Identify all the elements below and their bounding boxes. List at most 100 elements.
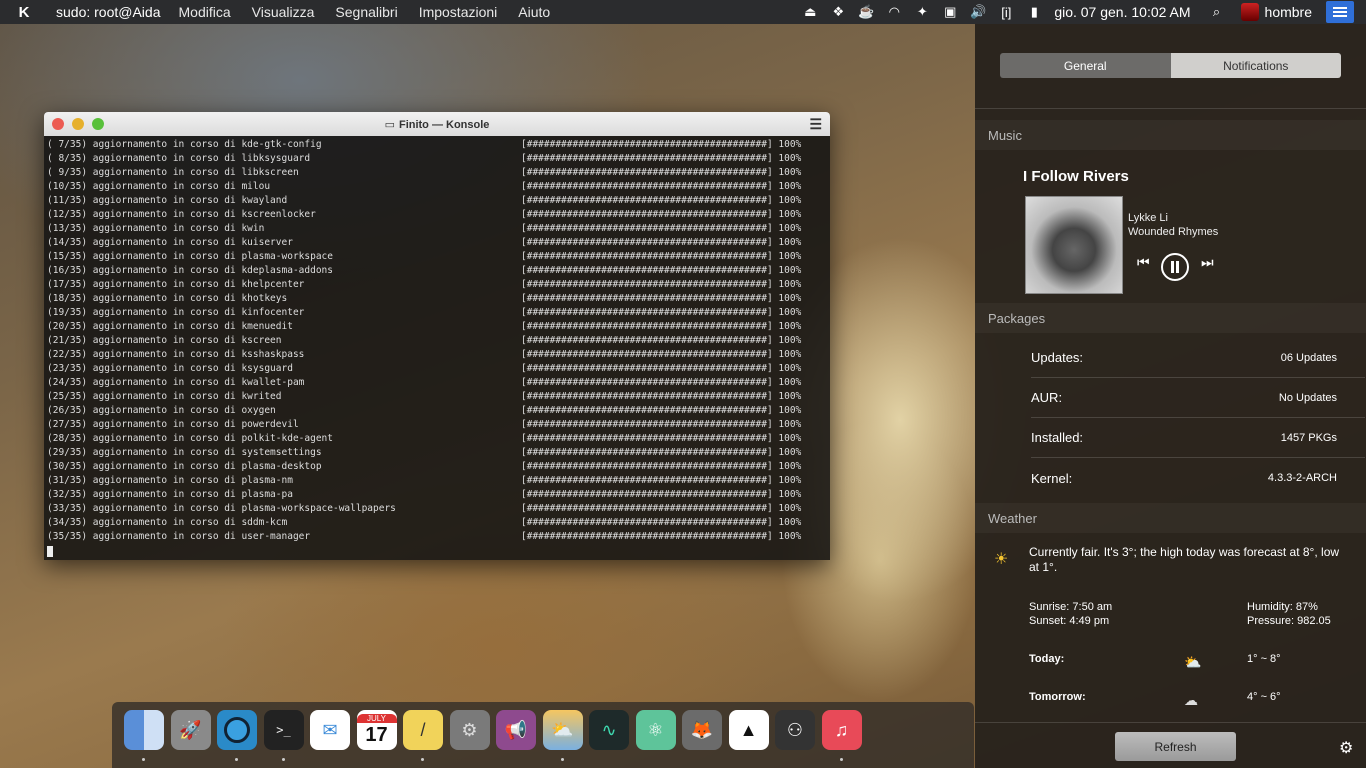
coffee-cup-icon[interactable]: ☕ <box>852 4 880 20</box>
terminal-line-left: (24/35) aggiornamento in corso di kwalle… <box>47 377 305 388</box>
tomorrow-range: 4° ~ 6° <box>1247 691 1281 703</box>
terminal-line-left: (14/35) aggiornamento in corso di kuiser… <box>47 237 293 248</box>
terminal-line-left: (21/35) aggiornamento in corso di kscree… <box>47 335 282 346</box>
album-cover <box>1025 196 1123 294</box>
active-app-title: sudo: root@Aida <box>56 4 161 20</box>
inkscape-icon[interactable]: ▲ <box>728 710 769 750</box>
package-row-updates: Updates: 06 Updates <box>1031 338 1365 378</box>
atom-icon[interactable]: ⚛ <box>635 710 676 750</box>
clock[interactable]: gio. 07 gen. 10:02 AM <box>1054 4 1190 20</box>
package-value: 4.3.3-2-ARCH <box>1267 472 1337 484</box>
tab-general[interactable]: General <box>1000 53 1171 78</box>
previous-track-icon[interactable]: ⏮ <box>1137 254 1150 271</box>
package-value: 1457 PKGs <box>1280 431 1337 444</box>
sunrise: Sunrise: 7:50 am <box>1029 601 1113 613</box>
terminal-line-left: (23/35) aggiornamento in corso di ksysgu… <box>47 363 293 374</box>
finder-icon[interactable] <box>124 710 164 761</box>
divider <box>975 722 1366 723</box>
search-icon[interactable]: ⌕ <box>1203 4 1231 20</box>
menu-visualizza[interactable]: Visualizza <box>252 4 315 20</box>
terminal-line-progress: [#######################################… <box>521 475 802 486</box>
packages-header: Packages <box>975 303 1366 333</box>
calendar-icon[interactable]: JULY 17 <box>356 710 397 750</box>
dropbox-icon[interactable]: ❖ <box>824 4 852 20</box>
terminal-line: (34/35) aggiornamento in corso di sddm-k… <box>47 516 827 530</box>
music-icon[interactable]: ♫ <box>821 710 862 761</box>
konsole-titlebar[interactable]: ▭ Finito — Konsole ☰ <box>44 112 830 136</box>
terminal-tray-icon[interactable]: ▣ <box>936 4 964 20</box>
terminal-cursor <box>47 546 53 557</box>
package-key: AUR: <box>1031 390 1063 405</box>
user-menu[interactable]: hombre <box>1240 3 1312 21</box>
terminal-line-progress: [#######################################… <box>521 237 802 248</box>
eject-icon[interactable]: ⏏ <box>796 4 824 20</box>
gear-icon[interactable]: ⚙ <box>1339 738 1353 758</box>
pause-button[interactable] <box>1161 253 1189 281</box>
terminal-line-progress: [#######################################… <box>521 461 802 472</box>
terminal-line-progress: [#######################################… <box>521 419 802 430</box>
terminal-glyph: >_ <box>276 723 291 737</box>
battery-icon[interactable]: ▮ <box>1020 4 1048 20</box>
gimp-icon[interactable]: 🦊 <box>682 710 722 750</box>
terminal-line-left: (22/35) aggiornamento in corso di ksshas… <box>47 349 305 360</box>
terminal-line-left: (34/35) aggiornamento in corso di sddm-k… <box>47 517 288 528</box>
terminal-line-left: (20/35) aggiornamento in corso di kmenue… <box>47 321 293 332</box>
terminal-line: ( 7/35) aggiornamento in corso di kde-gt… <box>47 138 827 152</box>
steam-icon[interactable]: ⚇ <box>775 710 815 750</box>
window-title-text: Finito — Konsole <box>398 118 490 131</box>
announcement-icon[interactable]: 📢 <box>496 710 536 750</box>
next-track-icon[interactable]: ⏭ <box>1201 254 1214 271</box>
mail-icon[interactable]: ✉ <box>310 710 350 750</box>
kde-menu-icon[interactable]: K <box>12 0 36 24</box>
sidebar-toggle-icon[interactable] <box>1326 1 1354 23</box>
info-bracket-icon[interactable]: [i] <box>992 5 1020 20</box>
system-settings-icon[interactable]: ⚙ <box>449 710 490 750</box>
terminal-line: (23/35) aggiornamento in corso di ksysgu… <box>47 362 827 376</box>
package-value: 06 Updates <box>1280 351 1337 364</box>
volume-icon[interactable]: 🔊 <box>964 4 992 20</box>
terminal-line-progress: [#######################################… <box>521 391 802 402</box>
humidity: Humidity: 87% <box>1247 601 1318 613</box>
tab-notifications[interactable]: Notifications <box>1170 53 1341 78</box>
terminal-line-left: ( 7/35) aggiornamento in corso di kde-gt… <box>47 139 322 150</box>
terminal-line: (22/35) aggiornamento in corso di ksshas… <box>47 348 827 362</box>
terminal-line: (10/35) aggiornamento in corso di milou [… <box>47 180 827 194</box>
terminal-line-progress: [#######################################… <box>521 489 802 500</box>
sunset: Sunset: 4:49 pm <box>1029 615 1110 627</box>
terminal-line-progress: [#######################################… <box>521 405 802 416</box>
terminal-line-left: (18/35) aggiornamento in corso di khotke… <box>47 293 288 304</box>
weather-app-icon[interactable]: ⛅ <box>542 710 583 761</box>
menu-modifica[interactable]: Modifica <box>179 4 231 20</box>
wifi-icon[interactable]: ◠ <box>880 4 908 20</box>
terminal-line: (33/35) aggiornamento in corso di plasma… <box>47 502 827 516</box>
terminal-line: (31/35) aggiornamento in corso di plasma… <box>47 474 827 488</box>
menu-segnalibri[interactable]: Segnalibri <box>335 4 397 20</box>
konsole-window: ▭ Finito — Konsole ☰ ( 7/35) aggiornament… <box>44 112 830 560</box>
menu-aiuto[interactable]: Aiuto <box>518 4 550 20</box>
system-monitor-icon[interactable]: ∿ <box>589 710 629 750</box>
today-weather-icon: ⛅ <box>1184 654 1202 670</box>
terminal-line-progress: [#######################################… <box>521 349 802 360</box>
terminal-line-progress: [#######################################… <box>521 279 802 290</box>
rocket-launcher-icon[interactable]: 🚀 <box>170 710 211 750</box>
terminal-line-left: (27/35) aggiornamento in corso di powerd… <box>47 419 299 430</box>
terminal-line-progress: [#######################################… <box>521 293 802 304</box>
package-row-installed: Installed: 1457 PKGs <box>1031 418 1365 458</box>
menu-impostazioni[interactable]: Impostazioni <box>419 4 498 20</box>
terminal-line-progress: [#######################################… <box>521 251 802 262</box>
terminal-output[interactable]: ( 7/35) aggiornamento in corso di kde-gt… <box>44 136 830 559</box>
sun-cloud-icon: ☀ <box>994 551 1009 568</box>
package-row-kernel: Kernel: 4.3.3-2-ARCH <box>1031 458 1365 498</box>
twitter-icon[interactable]: ✦ <box>908 4 936 20</box>
refresh-button[interactable]: Refresh <box>1115 732 1236 761</box>
terminal-line: ( 8/35) aggiornamento in corso di libksy… <box>47 152 827 166</box>
notes-icon[interactable]: / <box>403 710 443 761</box>
notification-sidebar: General Notifications Music I Follow Riv… <box>975 24 1366 768</box>
terminal-line: (24/35) aggiornamento in corso di kwalle… <box>47 376 827 390</box>
terminal-icon[interactable]: >_ <box>263 710 304 761</box>
terminal-line: (20/35) aggiornamento in corso di kmenue… <box>47 320 827 334</box>
artist-name: Lykke Li <box>1128 212 1168 224</box>
browser-icon[interactable] <box>217 710 257 761</box>
divider <box>975 108 1366 109</box>
hamburger-menu-icon[interactable]: ☰ <box>809 116 822 133</box>
